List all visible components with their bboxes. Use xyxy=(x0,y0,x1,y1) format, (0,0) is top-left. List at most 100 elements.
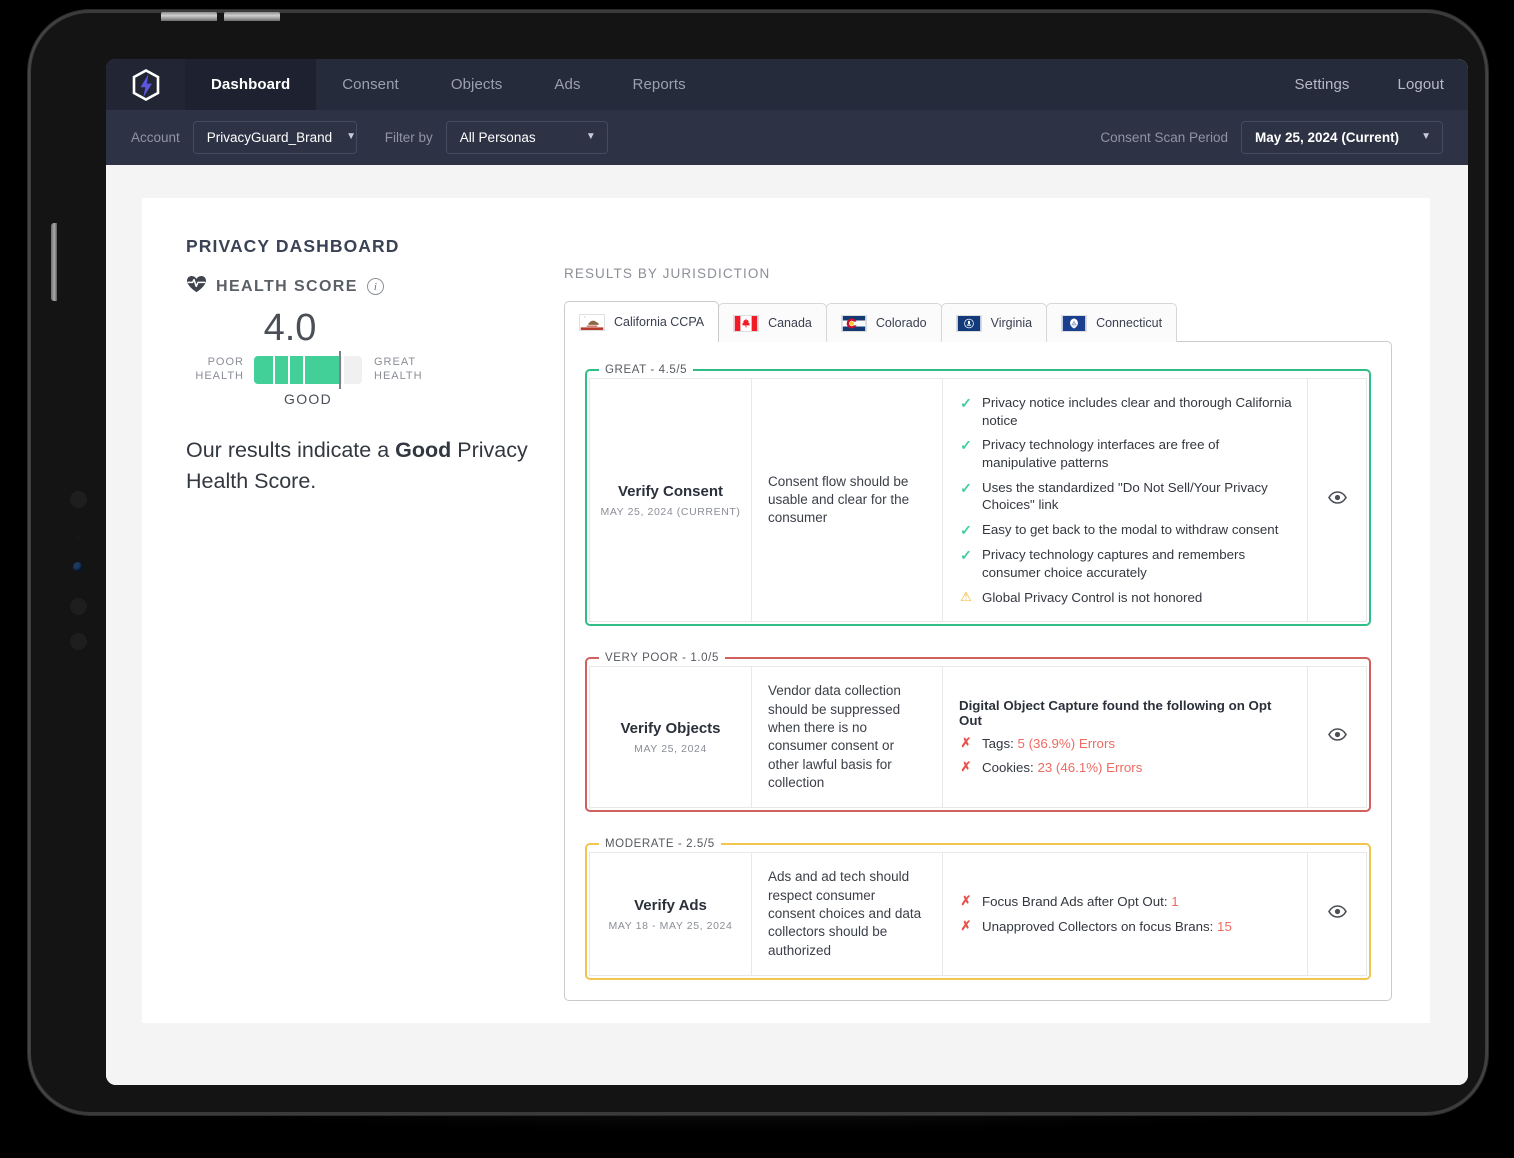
nav-label: Ads xyxy=(554,76,581,93)
page-content: PRIVACY DASHBOARD HEALTH SCORE i 4.0 POO… xyxy=(106,165,1468,1085)
app-logo[interactable] xyxy=(106,59,185,110)
result-row: Verify Consent MAY 25, 2024 (CURRENT) Co… xyxy=(589,378,1367,623)
finding-item: ✓ Privacy technology interfaces are free… xyxy=(959,436,1293,471)
result-card-verify-consent: GREAT - 4.5/5 Verify Consent MAY 25, 202… xyxy=(585,364,1371,627)
finding-text: Global Privacy Control is not honored xyxy=(982,589,1203,605)
finding-label: Unapproved Collectors on focus Brans: xyxy=(982,918,1218,934)
jurisdiction-tabs: California CCPA Canada Colorado Virginia… xyxy=(564,301,1392,342)
nav-item-ads[interactable]: Ads xyxy=(528,59,606,110)
result-row: Verify Objects MAY 25, 2024 Vendor data … xyxy=(589,666,1367,809)
summary-pre: Our results indicate a xyxy=(186,438,396,462)
persona-filter-select[interactable]: All Personas ▼ xyxy=(445,121,608,154)
eye-icon xyxy=(1327,905,1347,923)
bezel-sensor-1 xyxy=(70,491,87,508)
result-date: MAY 18 - MAY 25, 2024 xyxy=(608,919,733,932)
secondary-nav: Settings Logout xyxy=(1271,59,1468,110)
health-score-header: HEALTH SCORE i xyxy=(186,275,586,298)
health-score-panel: PRIVACY DASHBOARD HEALTH SCORE i 4.0 POO… xyxy=(186,236,586,496)
bezel-sensor-3 xyxy=(70,598,87,615)
eye-icon xyxy=(1327,491,1347,509)
eye-icon xyxy=(1327,728,1347,746)
tab-label: Colorado xyxy=(875,316,927,330)
result-description: Ads and ad tech should respect consumer … xyxy=(752,853,943,976)
gauge-left-line2: HEALTH xyxy=(195,370,244,382)
result-title: Verify Objects xyxy=(620,719,721,737)
finding-text: Focus Brand Ads after Opt Out: 1 xyxy=(982,893,1179,911)
x-icon: ✗ xyxy=(960,759,972,775)
nav-label: Dashboard xyxy=(211,76,291,93)
flag-connecticut-icon xyxy=(1061,314,1088,332)
finding-text: Privacy technology interfaces are free o… xyxy=(982,437,1220,471)
check-icon: ✓ xyxy=(960,437,972,454)
x-icon: ✗ xyxy=(960,893,972,909)
flag-california-icon xyxy=(579,313,605,331)
consent-scan-period-label: Consent Scan Period xyxy=(1100,130,1228,145)
check-icon: ✓ xyxy=(960,479,972,496)
result-title: Verify Consent xyxy=(617,482,724,500)
health-summary-text: Our results indicate a Good Privacy Heal… xyxy=(186,435,558,496)
view-details-button[interactable] xyxy=(1308,379,1366,621)
info-icon[interactable]: i xyxy=(366,278,384,295)
nav-label: Logout xyxy=(1397,76,1444,93)
tab-label: Connecticut xyxy=(1096,316,1163,330)
result-findings: Digital Object Capture found the followi… xyxy=(943,667,1308,808)
finding-value: 23 (46.1%) Errors xyxy=(1037,760,1143,776)
finding-text: Tags: 5 (36.9%) Errors xyxy=(982,735,1115,753)
gauge-right-line1: GREAT xyxy=(374,356,417,369)
finding-item: ✗ Unapproved Collectors on focus Brans: … xyxy=(959,918,1293,936)
account-select[interactable]: PrivacyGuard_Brand ▼ xyxy=(192,121,357,154)
gauge-left-label: POOR HEALTH xyxy=(186,356,244,384)
result-card-verify-ads: MODERATE - 2.5/5 Verify Ads MAY 18 - MAY… xyxy=(585,838,1371,981)
result-card-verify-objects: VERY POOR - 1.0/5 Verify Objects MAY 25,… xyxy=(585,652,1371,813)
finding-label: Focus Brand Ads after Opt Out: xyxy=(982,894,1172,910)
tab-canada[interactable]: Canada xyxy=(718,303,827,342)
result-date: MAY 25, 2024 xyxy=(634,742,707,755)
result-description: Consent flow should be usable and clear … xyxy=(752,379,943,622)
result-name-cell: Verify Objects MAY 25, 2024 xyxy=(590,667,752,808)
health-rating-word: GOOD xyxy=(284,391,332,407)
result-legend: VERY POOR - 1.0/5 xyxy=(605,652,719,665)
tab-california-ccpa[interactable]: California CCPA xyxy=(564,301,720,342)
check-icon: ✓ xyxy=(960,522,972,539)
result-findings: ✗ Focus Brand Ads after Opt Out: 1 ✗ Una… xyxy=(943,853,1308,976)
check-icon: ✓ xyxy=(960,395,972,411)
flag-canada-icon xyxy=(733,314,760,332)
nav-item-settings[interactable]: Settings xyxy=(1271,59,1374,110)
result-legend: MODERATE - 2.5/5 xyxy=(605,838,715,851)
result-title: Verify Ads xyxy=(634,896,707,914)
nav-label: Reports xyxy=(632,76,686,93)
nav-item-objects[interactable]: Objects xyxy=(425,59,529,110)
tab-colorado[interactable]: Colorado xyxy=(825,303,942,342)
finding-value: 15 xyxy=(1217,918,1232,934)
view-details-button[interactable] xyxy=(1308,853,1366,975)
tab-label: Canada xyxy=(768,316,812,330)
nav-item-consent[interactable]: Consent xyxy=(316,59,425,110)
nav-item-logout[interactable]: Logout xyxy=(1374,59,1468,110)
chevron-down-icon: ▼ xyxy=(1421,130,1431,142)
nav-item-reports[interactable]: Reports xyxy=(607,59,712,110)
view-details-button[interactable] xyxy=(1308,667,1366,807)
tab-connecticut[interactable]: Connecticut xyxy=(1046,303,1178,342)
finding-item: ✗ Tags: 5 (36.9%) Errors xyxy=(959,735,1293,753)
power-button[interactable] xyxy=(51,223,57,301)
front-camera xyxy=(73,562,83,572)
gauge-divider-4 xyxy=(342,356,344,384)
bezel-sensor-2 xyxy=(76,535,81,540)
nav-label: Objects xyxy=(450,76,503,93)
findings-heading: Digital Object Capture found the followi… xyxy=(959,697,1272,728)
health-score-label: HEALTH SCORE xyxy=(216,277,358,295)
finding-text: Easy to get back to the modal to withdra… xyxy=(982,522,1279,538)
nav-item-dashboard[interactable]: Dashboard xyxy=(185,59,317,110)
check-icon: ✓ xyxy=(960,547,972,564)
chevron-down-icon: ▼ xyxy=(585,130,596,142)
volume-up-button[interactable] xyxy=(161,12,217,21)
filter-by-label: Filter by xyxy=(384,130,433,145)
tab-virginia[interactable]: Virginia xyxy=(940,303,1048,342)
result-description: Vendor data collection should be suppres… xyxy=(752,667,943,808)
result-name-cell: Verify Ads MAY 18 - MAY 25, 2024 xyxy=(590,853,752,976)
gauge-track xyxy=(254,351,362,389)
volume-down-button[interactable] xyxy=(224,12,280,21)
tab-label: California CCPA xyxy=(614,315,705,329)
gauge-left-line1: POOR xyxy=(207,356,244,369)
consent-scan-period-select[interactable]: May 25, 2024 (Current) ▼ xyxy=(1241,121,1443,154)
